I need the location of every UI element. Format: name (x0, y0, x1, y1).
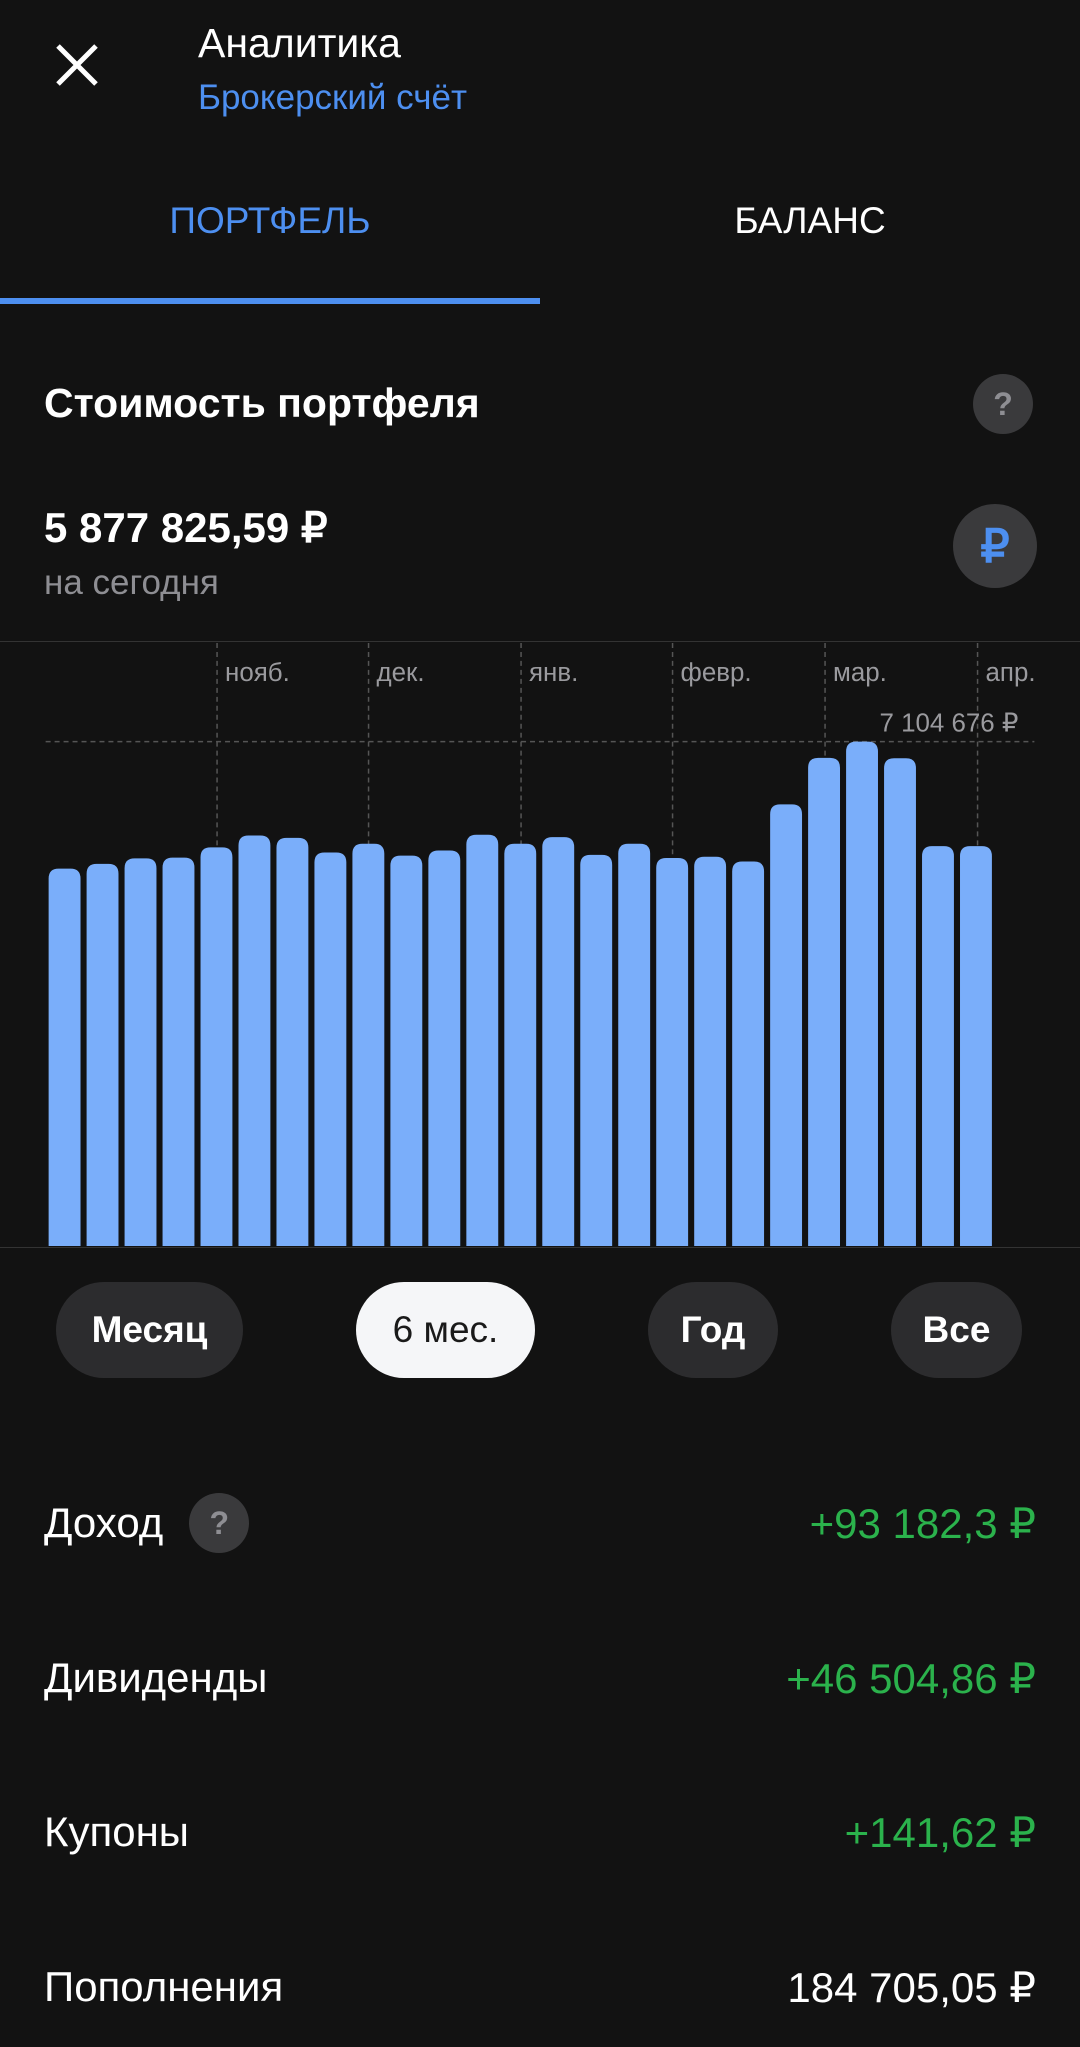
chart-bar (884, 758, 916, 1247)
stat-value: +46 504,86 ₽ (786, 1654, 1036, 1702)
period-year[interactable]: Год (648, 1282, 778, 1378)
month-label: мар. (833, 659, 887, 687)
month-label: апр. (986, 659, 1036, 687)
chart-bar (656, 857, 689, 1247)
value-caption: на сегодня (44, 563, 219, 602)
chart-bar (352, 843, 385, 1247)
chart-bar (314, 852, 347, 1247)
close-icon[interactable] (50, 38, 104, 92)
stat-value: +141,62 ₽ (844, 1808, 1036, 1856)
chart-bar (48, 868, 81, 1247)
month-label: янв. (529, 659, 578, 687)
chart-bar (542, 837, 575, 1247)
chart-bar (846, 741, 878, 1247)
chart-bar (960, 846, 992, 1247)
help-button[interactable]: ? (973, 374, 1033, 434)
account-subtitle[interactable]: Брокерский счёт (198, 78, 467, 118)
chart-bar (200, 847, 233, 1247)
stat-row-income: Доход? +93 182,3 ₽ (44, 1493, 1036, 1553)
help-button[interactable]: ? (189, 1493, 250, 1553)
chart-bar (466, 834, 499, 1247)
stat-row-deposits: Пополнения 184 705,05 ₽ (44, 1957, 1036, 2017)
chart-bar (504, 843, 537, 1247)
chart-bar (922, 846, 954, 1247)
chart-bar (618, 843, 651, 1247)
chart-bar (580, 854, 613, 1247)
chart-bar (124, 858, 157, 1247)
chart-bar (276, 837, 309, 1247)
section-title: Стоимость портфеля (44, 380, 480, 426)
currency-button[interactable]: ₽ (953, 504, 1037, 588)
stat-label: Дивиденды (44, 1654, 268, 1701)
chart-bar (390, 855, 423, 1247)
stat-value: +93 182,3 ₽ (809, 1499, 1036, 1547)
period-all[interactable]: Все (891, 1282, 1022, 1378)
tab-indicator (0, 298, 540, 304)
period-6-months[interactable]: 6 мес. (356, 1282, 535, 1378)
stat-row-dividends: Дивиденды +46 504,86 ₽ (44, 1648, 1036, 1708)
chart-bar (428, 850, 461, 1247)
portfolio-value: 5 877 825,59 ₽ (44, 504, 328, 551)
stat-row-coupons: Купоны +141,62 ₽ (44, 1802, 1036, 1862)
tab-balance[interactable]: БАЛАНС (540, 200, 1080, 242)
portfolio-chart[interactable]: нояб. дек. янв. февр. мар. апр. 7 104 676 ₽ (0, 641, 1080, 1248)
page-title: Аналитика (198, 20, 401, 66)
period-month[interactable]: Месяц (56, 1282, 243, 1378)
stat-label: Доход (44, 1499, 164, 1546)
stat-value: 184 705,05 ₽ (787, 1963, 1036, 2011)
chart-bar (732, 861, 765, 1247)
month-label: февр. (681, 659, 752, 687)
tab-portfolio[interactable]: ПОРТФЕЛЬ (0, 200, 540, 242)
stat-label: Купоны (44, 1808, 189, 1855)
month-label: дек. (377, 659, 425, 687)
max-value-label: 7 104 676 ₽ (879, 710, 1018, 738)
chart-bar (86, 863, 119, 1247)
chart-bar (238, 835, 271, 1247)
chart-bar (694, 856, 727, 1247)
month-label: нояб. (225, 659, 290, 687)
chart-bar (162, 857, 195, 1247)
chart-bar (770, 804, 803, 1247)
stat-label: Пополнения (44, 1963, 284, 2010)
chart-bar (808, 757, 841, 1247)
